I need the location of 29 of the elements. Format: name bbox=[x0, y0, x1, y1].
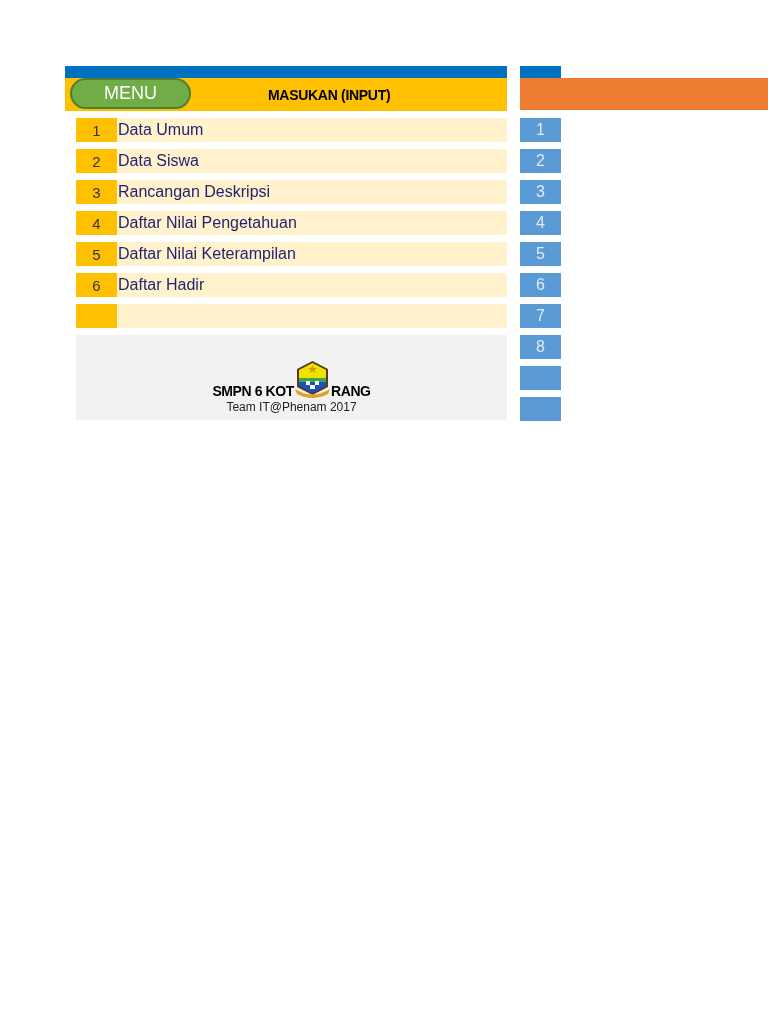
credit-text: Team IT@Phenam 2017 bbox=[226, 400, 357, 414]
index-cell: 1 bbox=[520, 118, 561, 142]
menu-item[interactable]: Rancangan Deskripsi bbox=[117, 180, 507, 204]
row-number: 6 bbox=[76, 273, 117, 297]
row-number: 1 bbox=[76, 118, 117, 142]
index-cell: 4 bbox=[520, 211, 561, 235]
row-number: 4 bbox=[76, 211, 117, 235]
school-name: SMPN 6 KOT bbox=[212, 383, 294, 399]
row-number: 3 bbox=[76, 180, 117, 204]
header-strip bbox=[520, 66, 561, 78]
blank-number-cell bbox=[76, 304, 117, 328]
menu-item[interactable]: Daftar Hadir bbox=[117, 273, 507, 297]
menu-item[interactable]: Daftar Nilai Pengetahuan bbox=[117, 211, 507, 235]
blank-index-cell bbox=[520, 397, 561, 421]
index-cell: 7 bbox=[520, 304, 561, 328]
index-cell: 3 bbox=[520, 180, 561, 204]
school-name: RANG bbox=[330, 383, 371, 399]
menu-item[interactable]: Data Siswa bbox=[117, 149, 507, 173]
index-cell: 8 bbox=[520, 335, 561, 359]
index-cell: 6 bbox=[520, 273, 561, 297]
row-number: 5 bbox=[76, 242, 117, 266]
menu-item[interactable]: Daftar Nilai Keterampilan bbox=[117, 242, 507, 266]
index-cell: 2 bbox=[520, 149, 561, 173]
row-number: 2 bbox=[76, 149, 117, 173]
index-cell: 5 bbox=[520, 242, 561, 266]
menu-item[interactable]: Data Umum bbox=[117, 118, 507, 142]
blank-index-cell bbox=[520, 366, 561, 390]
header-title: MASUKAN (INPUT) bbox=[268, 86, 391, 103]
shield-emblem-icon bbox=[293, 360, 331, 398]
